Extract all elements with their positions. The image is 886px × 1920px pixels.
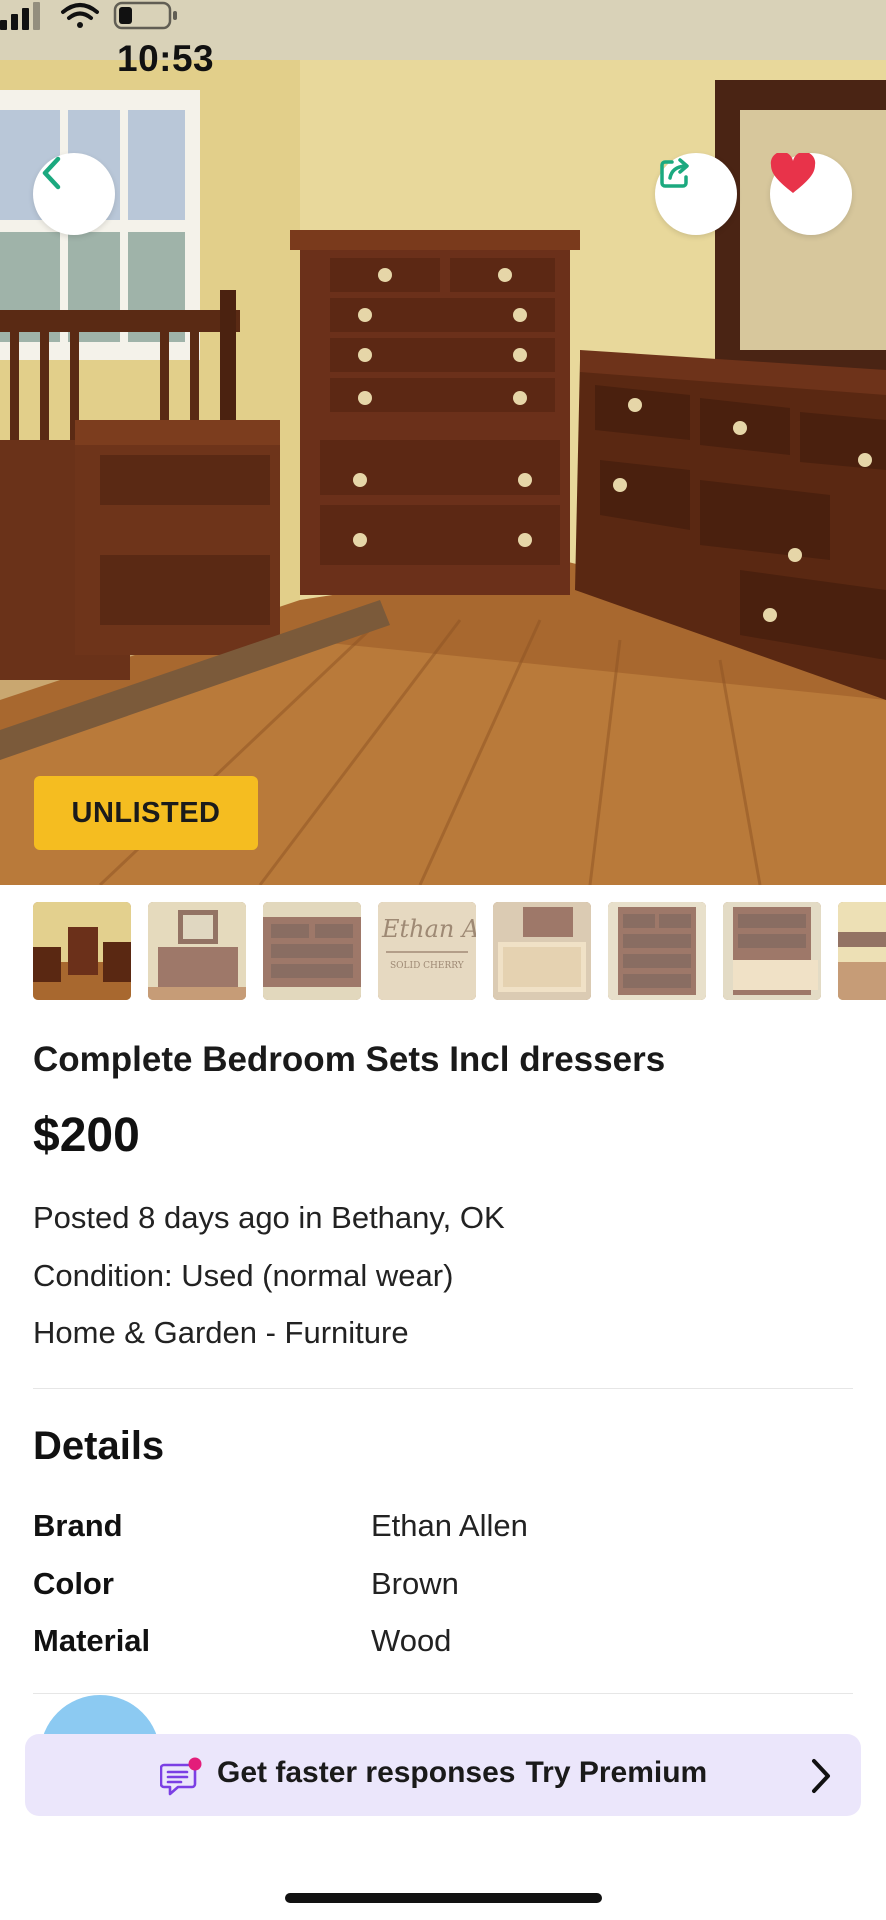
- detail-value: Wood: [371, 1623, 452, 1658]
- premium-message: Get faster responses: [217, 1756, 516, 1789]
- thumbnail-3[interactable]: [263, 902, 361, 1000]
- share-button[interactable]: [655, 153, 737, 235]
- premium-text: Get faster responses Try Premium: [217, 1756, 707, 1790]
- battery-icon: [113, 1, 177, 30]
- status-time: 10:53: [117, 38, 215, 79]
- detail-row-brand: Brand Ethan Allen: [33, 1508, 853, 1548]
- divider: [33, 1693, 853, 1694]
- signal-icon: [0, 2, 40, 30]
- bedroom-photo: [0, 0, 886, 885]
- unlisted-badge: UNLISTED: [34, 776, 258, 850]
- status-icons: [0, 1, 177, 30]
- detail-row-material: Material Wood: [33, 1623, 853, 1663]
- listing-photo[interactable]: 10:53 UNLISTED: [0, 0, 886, 885]
- thumbnail-7[interactable]: [723, 902, 821, 1000]
- favorite-button[interactable]: [770, 153, 852, 235]
- message-icon: [160, 1757, 202, 1796]
- home-indicator: [285, 1893, 602, 1903]
- chevron-right-icon: [812, 1759, 830, 1793]
- detail-value: Brown: [371, 1566, 459, 1601]
- chevron-left-icon: [42, 156, 61, 190]
- divider: [33, 1388, 853, 1389]
- svg-text:Ethan Alle: Ethan Alle: [381, 915, 476, 943]
- svg-text:SOLID CHERRY: SOLID CHERRY: [390, 961, 465, 971]
- thumbnail-strip[interactable]: Ethan Alle SOLID CHERRY: [33, 902, 886, 1002]
- wifi-icon: [61, 3, 99, 28]
- share-icon: [660, 158, 689, 188]
- status-bar: 10:53: [0, 0, 886, 110]
- heart-icon: [770, 153, 816, 193]
- listing-category[interactable]: Home & Garden - Furniture: [33, 1315, 409, 1351]
- thumbnail-8[interactable]: [838, 902, 886, 1000]
- details-heading: Details: [33, 1424, 165, 1468]
- detail-label: Brand: [33, 1508, 123, 1543]
- listing-condition: Condition: Used (normal wear): [33, 1258, 454, 1293]
- detail-label: Material: [33, 1623, 151, 1658]
- listing-posted: Posted 8 days ago in Bethany, OK: [33, 1200, 505, 1235]
- thumbnail-4[interactable]: Ethan Alle SOLID CHERRY: [378, 902, 476, 1000]
- detail-value: Ethan Allen: [371, 1508, 528, 1543]
- thumbnail-2[interactable]: [148, 902, 246, 1000]
- premium-cta[interactable]: Try Premium: [525, 1756, 707, 1789]
- premium-banner[interactable]: Get faster responses Try Premium: [25, 1734, 861, 1816]
- listing-title: Complete Bedroom Sets Incl dressers: [33, 1040, 666, 1079]
- detail-label: Color: [33, 1566, 114, 1601]
- thumbnail-5[interactable]: [493, 902, 591, 1000]
- listing-price: $200: [33, 1109, 140, 1162]
- detail-row-color: Color Brown: [33, 1566, 853, 1606]
- thumbnail-1[interactable]: [33, 902, 131, 1000]
- back-button[interactable]: [33, 153, 115, 235]
- thumbnail-6[interactable]: [608, 902, 706, 1000]
